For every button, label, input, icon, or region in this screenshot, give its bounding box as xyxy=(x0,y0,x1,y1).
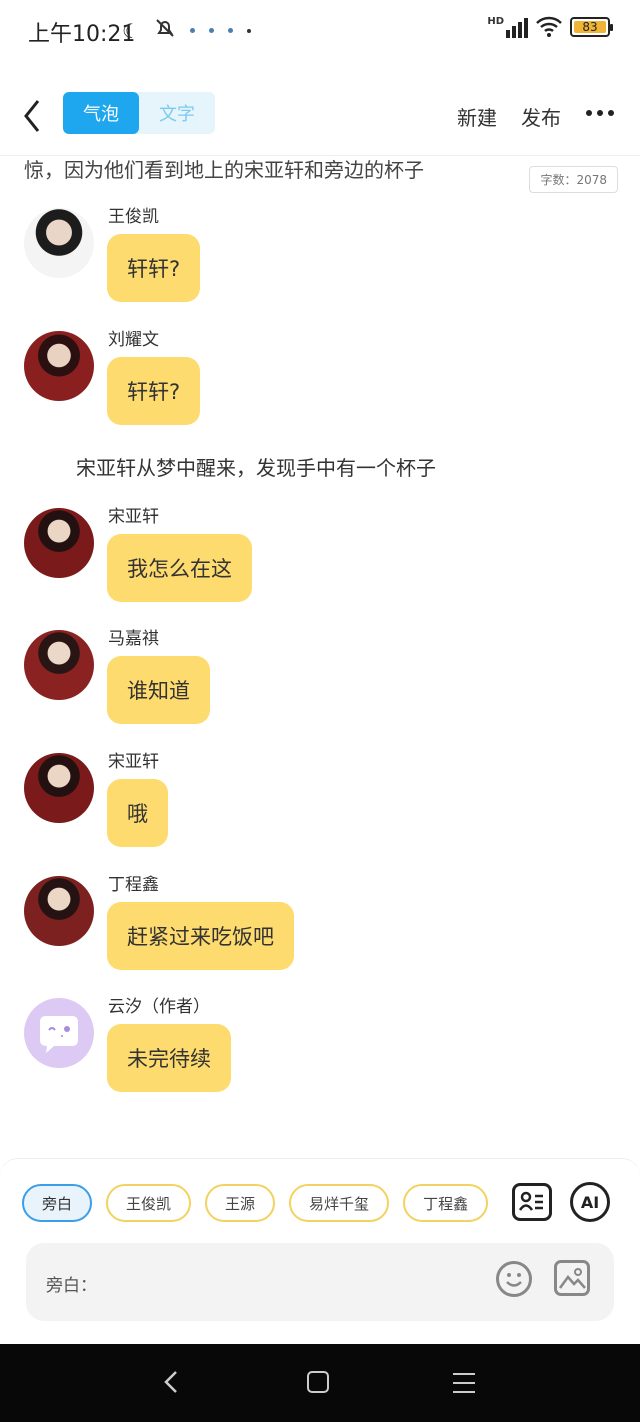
nav-home-icon[interactable] xyxy=(307,1371,329,1393)
speaker-name: 刘耀文 xyxy=(108,330,159,350)
avatar[interactable] xyxy=(24,331,94,401)
tab-text[interactable]: 文字 xyxy=(139,92,215,134)
mode-toggle: 气泡 文字 xyxy=(63,92,215,134)
chat-bubble[interactable]: 未完待续 xyxy=(107,1024,231,1092)
chat-bubble[interactable]: 我怎么在这 xyxy=(107,534,252,602)
avatar[interactable] xyxy=(24,208,94,278)
narration-text: 惊，因为他们看到地上的宋亚轩和旁边的杯子 xyxy=(24,158,424,182)
avatar[interactable] xyxy=(24,508,94,578)
image-icon[interactable] xyxy=(554,1260,590,1296)
word-count-badge: 字数：2078 xyxy=(529,166,618,193)
speaker-name: 宋亚轩 xyxy=(108,752,159,772)
speaker-name: 丁程鑫 xyxy=(108,875,159,895)
status-icons: ☾ xyxy=(122,17,251,44)
system-nav-bar xyxy=(0,1344,640,1422)
notification-dot xyxy=(227,28,233,33)
narration-line[interactable]: 宋亚轩从梦中醒来，发现手中有一个杯子 xyxy=(76,452,436,481)
notification-dot xyxy=(208,28,214,33)
status-bar: 上午10:21 ☾ HD 83 xyxy=(0,0,640,60)
avatar[interactable] xyxy=(24,753,94,823)
network-label: HD xyxy=(487,16,504,27)
author-avatar[interactable] xyxy=(24,998,94,1068)
more-icon[interactable] xyxy=(586,110,614,116)
emoji-icon[interactable] xyxy=(496,1261,532,1297)
nav-back-icon[interactable] xyxy=(160,1368,182,1396)
chip-narrator[interactable]: 旁白 xyxy=(22,1184,93,1222)
back-icon[interactable] xyxy=(18,96,50,136)
speaker-name: 马嘉祺 xyxy=(108,629,159,649)
chat-bubble[interactable]: 赶紧过来吃饭吧 xyxy=(107,902,294,970)
chip-character[interactable]: 王源 xyxy=(205,1184,276,1222)
battery-level: 83 xyxy=(574,21,606,33)
speaker-name: 王俊凯 xyxy=(108,207,159,227)
chat-bubble[interactable]: 轩轩? xyxy=(107,234,201,302)
speaker-name: 云汐（作者） xyxy=(108,997,210,1017)
notification-dot xyxy=(246,28,251,33)
story-content[interactable]: 惊，因为他们看到地上的宋亚轩和旁边的杯子 字数：2078 王俊凯 轩轩? 刘耀文… xyxy=(0,156,640,1156)
input-role-label: 旁白： xyxy=(46,1276,97,1296)
publish-button[interactable]: 发布 xyxy=(521,102,561,131)
speaker-name: 宋亚轩 xyxy=(108,507,159,527)
chat-bubble[interactable]: 谁知道 xyxy=(107,656,210,724)
status-time: 上午10:21 xyxy=(28,22,136,47)
ai-button[interactable]: AI xyxy=(570,1182,610,1222)
bell-off-icon xyxy=(154,17,176,44)
chip-character[interactable]: 王俊凯 xyxy=(106,1184,192,1222)
moon-icon: ☾ xyxy=(122,18,140,43)
character-card-icon[interactable] xyxy=(512,1183,552,1221)
chat-bubble[interactable]: 哦 xyxy=(107,779,168,847)
header: 气泡 文字 新建 发布 xyxy=(0,80,640,152)
character-chips: 旁白 王俊凯 王源 易烊千玺 丁程鑫 xyxy=(22,1184,489,1222)
avatar[interactable] xyxy=(24,876,94,946)
ghost-icon xyxy=(40,1016,78,1053)
tab-bubble[interactable]: 气泡 xyxy=(63,92,139,134)
avatar[interactable] xyxy=(24,630,94,700)
compose-panel: 旁白 王俊凯 王源 易烊千玺 丁程鑫 AI 旁白： xyxy=(0,1158,640,1344)
battery-icon: 83 xyxy=(570,17,613,37)
status-right: HD 83 xyxy=(487,16,613,38)
chat-bubble[interactable]: 轩轩? xyxy=(107,357,201,425)
new-button[interactable]: 新建 xyxy=(457,102,497,131)
notification-dot xyxy=(189,28,195,33)
chip-character[interactable]: 易烊千玺 xyxy=(289,1184,390,1222)
message-input[interactable]: 旁白： xyxy=(26,1243,614,1321)
wifi-icon xyxy=(536,16,562,37)
chip-character[interactable]: 丁程鑫 xyxy=(403,1184,489,1222)
nav-menu-icon[interactable] xyxy=(453,1373,475,1400)
signal-icon: HD xyxy=(487,16,528,38)
